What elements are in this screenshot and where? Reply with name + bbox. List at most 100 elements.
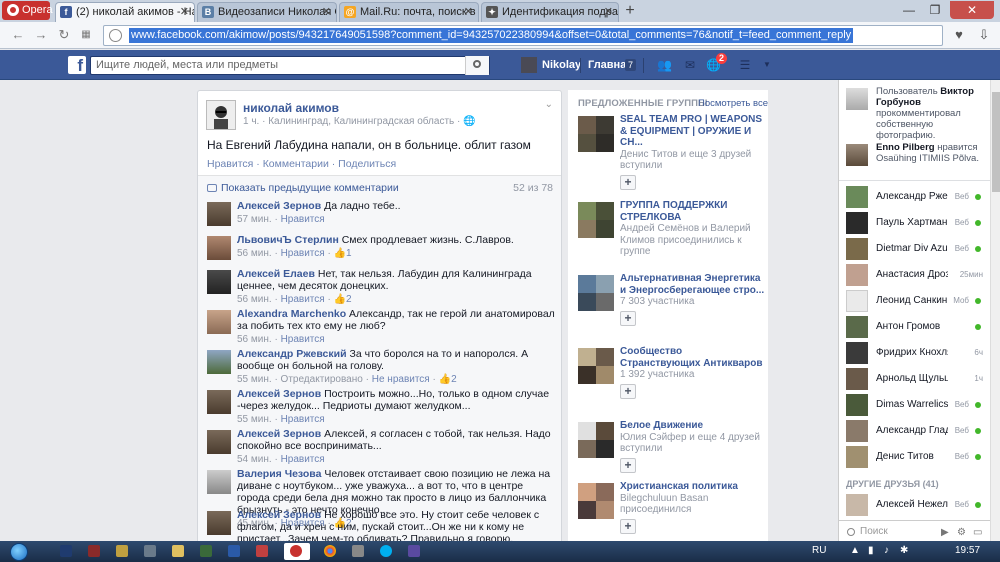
author-avatar[interactable] [206,100,236,130]
chat-friend-item[interactable]: Dimas Warrelics Веб [846,394,990,418]
chat-friend-item[interactable]: Алексей Нежельс...Веб [846,494,990,518]
share-link[interactable]: Поделиться [338,158,396,170]
chat-friend-item[interactable]: Арнольд Щульц 1ч [846,368,990,392]
close-tab-icon[interactable]: ✕ [322,3,331,21]
tab-mailru[interactable]: @ Mail.Ru: почта, поиск в инт... ✕ [339,2,479,22]
taskbar-opera[interactable] [284,543,310,560]
avatar[interactable] [207,310,231,334]
chat-friend-item[interactable]: Александр РжевскийВеб [846,186,990,210]
ticker-item[interactable]: Enno Pilberg нравится Osaühing ITIMIIS P… [846,142,986,172]
like-count[interactable]: 1 [346,248,352,259]
join-group-button[interactable]: + [620,174,636,190]
page-scrollbar[interactable] [990,80,1000,546]
tray-app-icon[interactable]: ✱ [900,545,908,556]
taskbar-app[interactable] [194,543,218,560]
taskbar-photoshop[interactable] [54,543,78,560]
show-previous-comments-link[interactable]: Показать предыдущие комментарии [207,182,399,194]
avatar[interactable] [207,430,231,454]
tab-vk-videos[interactable]: B Видеозаписи Николая Са... ✕ [197,2,337,22]
like-link[interactable]: Нравится [207,158,253,170]
avatar[interactable] [207,470,231,494]
taskbar-app[interactable] [402,543,426,560]
volume-icon[interactable]: ♪ [884,545,889,556]
chat-friend-item[interactable]: Анастасия Дроздова25мин [846,264,990,288]
comment-author-link[interactable]: Алексей Зернов [237,388,321,400]
chevron-down-icon[interactable]: ▼ [760,59,774,71]
hide-sidebar-icon[interactable]: ▭ [973,527,982,538]
group-thumbnail[interactable] [578,275,614,311]
avatar[interactable] [207,350,231,374]
group-name-link[interactable]: SEAL TEAM PRO | WEAPONS & EQUIPMENT | ОР… [620,114,765,149]
privacy-shortcuts-icon[interactable]: ☰ [738,59,752,71]
group-thumbnail[interactable] [578,422,614,458]
comment-link[interactable]: Комментарии [263,158,329,170]
taskbar-app[interactable] [138,543,162,560]
close-tab-icon[interactable]: ✕ [180,3,189,21]
group-thumbnail[interactable] [578,116,614,152]
gear-icon[interactable]: ⚙ [957,527,966,538]
taskbar-app[interactable] [250,543,274,560]
comment-unlike-link[interactable]: Не нравится [372,374,430,385]
join-group-button[interactable]: + [620,310,636,326]
comment-like-link[interactable]: Нравится [281,454,325,465]
chat-friend-item[interactable]: Денис Титов Веб [846,446,990,470]
post-author-link[interactable]: николай акимов [243,101,339,115]
chat-friend-item[interactable]: Пауль Хартманн Веб [846,212,990,236]
group-thumbnail[interactable] [578,483,614,519]
comment-like-link[interactable]: Нравится [281,414,325,425]
group-name-link[interactable]: Сообщество Странствующих Антикваров [620,346,765,369]
facebook-search-input[interactable]: Ищите людей, места или предметы [90,56,490,75]
like-count[interactable]: 2 [346,294,352,305]
friend-requests-icon[interactable]: 👥 [657,59,672,71]
comment-author-link[interactable]: Валерия Чезова [237,468,321,480]
tab-identification[interactable]: ✦ Идентификация подразде... ✕ [481,2,619,22]
maximize-icon[interactable]: ❐ [922,1,948,19]
avatar[interactable] [207,236,231,260]
chat-friend-item[interactable]: Александр ГладкийВеб [846,420,990,444]
heart-icon[interactable]: ♥ [951,27,967,43]
minimize-icon[interactable]: — [896,1,922,19]
back-arrow-icon[interactable]: ← [10,27,26,43]
group-name-link[interactable]: ГРУППА ПОДДЕРЖКИ СТРЕЛКОВА [620,200,765,223]
avatar[interactable] [207,270,231,294]
scrollbar-thumb[interactable] [992,92,1000,192]
comment-like-link[interactable]: Нравится [281,294,325,305]
comment-author-link[interactable]: ЛьвовичЪ Стерлин [237,234,339,246]
language-indicator[interactable]: RU [812,545,826,556]
group-thumbnail[interactable] [578,202,614,238]
url-field[interactable]: www.facebook.com/akimow/posts/9432176490… [103,25,943,46]
see-all-groups-link[interactable]: Посмотреть все [698,98,768,109]
url-text[interactable]: www.facebook.com/akimow/posts/9432176490… [129,28,854,43]
close-tab-icon[interactable]: ✕ [464,3,473,21]
chat-search-input[interactable]: Поиск [860,526,888,537]
profile-name-link[interactable]: Nikolay [542,59,581,71]
chat-friend-item[interactable]: Фридрих Кнохляйн6ч [846,342,990,366]
download-icon[interactable]: ⇩ [976,27,992,43]
comment-like-link[interactable]: Нравится [281,214,325,225]
taskbar-app[interactable] [82,543,106,560]
chat-friend-item[interactable]: Леонид Санкин Моб [846,290,990,314]
close-window-icon[interactable]: ✕ [950,1,994,19]
taskbar-word[interactable] [222,543,246,560]
taskbar-chrome[interactable] [318,543,342,560]
comment-author-link[interactable]: Александр Ржевский [237,348,347,360]
group-name-link[interactable]: Альтернативная Энергетика и Энергосберег… [620,273,765,296]
opera-menu-button[interactable]: Opera [2,1,53,20]
comment-author-link[interactable]: Алексей Зернов [237,509,321,521]
close-tab-icon[interactable]: ✕ [604,3,613,21]
comment-author-link[interactable]: Алексей Елаев [237,268,315,280]
tab-facebook[interactable]: f (2) николай акимов - На Ев... ✕ [55,2,195,22]
comment-like-link[interactable]: Нравится [281,334,325,345]
search-button[interactable] [465,56,489,75]
forward-arrow-icon[interactable]: → [33,27,49,43]
avatar[interactable] [207,202,231,226]
post-options-chevron-icon[interactable]: ⌄ [545,99,553,110]
taskbar-app[interactable] [346,543,370,560]
speed-dial-icon[interactable]: ▦ [78,27,94,43]
new-tab-button[interactable]: + [621,3,639,21]
comment-author-link[interactable]: Алексей Зернов [237,200,321,212]
avatar[interactable] [521,57,537,73]
taskbar-app[interactable] [110,543,134,560]
chat-friend-item[interactable]: Антон Громов [846,316,990,340]
taskbar-skype[interactable] [374,543,398,560]
